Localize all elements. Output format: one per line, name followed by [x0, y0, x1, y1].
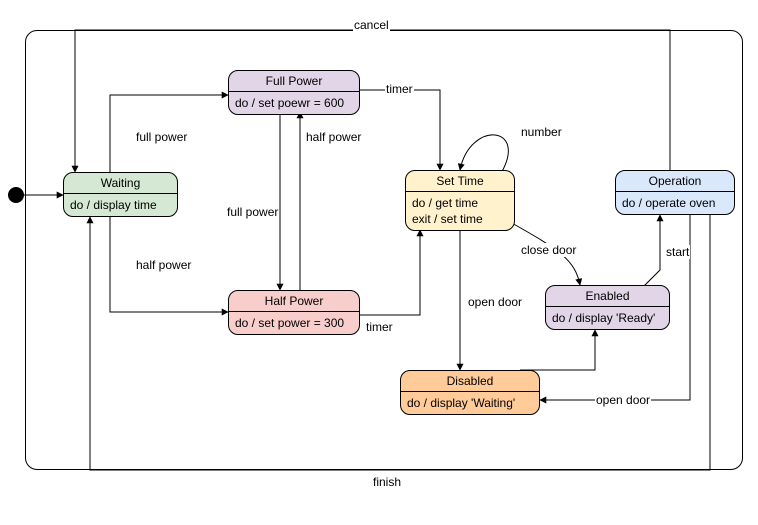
state-title: Set Time [406, 171, 514, 192]
state-enabled: Enabled do / display 'Ready' [545, 285, 670, 330]
initial-state-dot [8, 187, 24, 203]
transition-label-number: number [520, 125, 563, 139]
state-half-power: Half Power do / set power = 300 [228, 290, 360, 335]
state-disabled: Disabled do / display 'Waiting' [400, 370, 540, 415]
state-action-line: do / get time [412, 195, 508, 211]
state-action: do / set power = 300 [229, 312, 359, 334]
state-waiting: Waiting do / display time [63, 172, 178, 217]
transition-label-cancel: cancel [353, 18, 390, 32]
diagram-canvas: Waiting do / display time Full Power do … [0, 0, 758, 525]
transition-label-half-power2: half power [305, 130, 362, 144]
transition-label-half-power: half power [135, 258, 192, 272]
state-title: Half Power [229, 291, 359, 312]
state-action: do / operate oven [616, 192, 734, 214]
state-action: do / set poewr = 600 [229, 92, 359, 114]
transition-label-start: start [665, 245, 690, 259]
state-title: Full Power [229, 71, 359, 92]
state-title: Waiting [64, 173, 177, 194]
transition-label-open-door2: open door [595, 393, 651, 407]
state-operation: Operation do / operate oven [615, 170, 735, 215]
state-full-power: Full Power do / set poewr = 600 [228, 70, 360, 115]
state-action: do / display 'Ready' [546, 307, 669, 329]
transition-label-open-door: open door [467, 295, 523, 309]
transition-label-full-power: full power [135, 130, 188, 144]
state-action: do / get time exit / set time [406, 192, 514, 230]
state-title: Disabled [401, 371, 539, 392]
transition-label-close-door: close door [520, 243, 577, 257]
state-title: Enabled [546, 286, 669, 307]
state-action-line: exit / set time [412, 211, 508, 227]
state-action: do / display 'Waiting' [401, 392, 539, 414]
transition-label-timer2: timer [365, 320, 394, 334]
state-action: do / display time [64, 194, 177, 216]
transition-label-finish: finish [372, 475, 402, 489]
state-set-time: Set Time do / get time exit / set time [405, 170, 515, 231]
transition-label-timer1: timer [385, 82, 414, 96]
transition-label-full-power2: full power [226, 205, 279, 219]
state-title: Operation [616, 171, 734, 192]
